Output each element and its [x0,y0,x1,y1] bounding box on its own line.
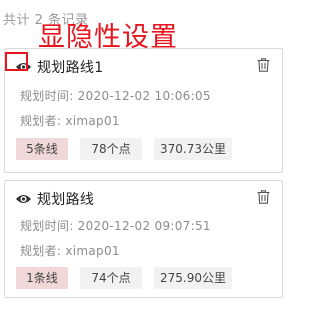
plan-time: 规划时间: 2020-12-02 10:06:05 [20,87,211,104]
plan-time-value: 2020-12-02 10:06:05 [77,89,211,103]
point-count-tag: 74个点 [80,267,142,289]
planner-value: ximap01 [65,114,120,128]
route-name: 规划路线 [37,192,95,208]
plan-time-label: 规划时间: [20,89,78,103]
planner-label: 规划者: [20,244,66,258]
planner-label: 规划者: [20,114,66,128]
point-count-tag: 78个点 [80,138,142,160]
visibility-annotation: 显隐性设置 [38,22,178,53]
distance-tag: 370.73公里 [154,138,232,160]
plan-time-value: 2020-12-02 09:07:51 [77,219,211,233]
distance-tag: 275.90公里 [154,267,232,289]
route-card[interactable]: 规划路线1 规划时间: 2020-12-02 10:06:05 规划者: xim… [4,48,283,173]
eye-icon[interactable] [15,193,32,205]
card-header: 规划路线 [15,190,94,208]
plan-time-label: 规划时间: [20,219,78,233]
visibility-highlight-box [5,52,28,71]
plan-time: 规划时间: 2020-12-02 09:07:51 [20,217,211,234]
route-card[interactable]: 规划路线 规划时间: 2020-12-02 09:07:51 规划者: xima… [4,180,283,298]
card-header: 规划路线1 [15,58,103,76]
route-name: 规划路线1 [37,60,104,76]
line-count-tag: 5条线 [16,138,68,160]
trash-icon[interactable] [257,58,270,72]
planner-value: ximap01 [65,244,120,258]
planner: 规划者: ximap01 [20,112,120,129]
route-stats: 5条线 78个点 370.73公里 [16,138,244,160]
line-count-tag: 1条线 [16,267,68,289]
planner: 规划者: ximap01 [20,242,120,259]
route-stats: 1条线 74个点 275.90公里 [16,267,244,289]
trash-icon[interactable] [257,190,270,204]
